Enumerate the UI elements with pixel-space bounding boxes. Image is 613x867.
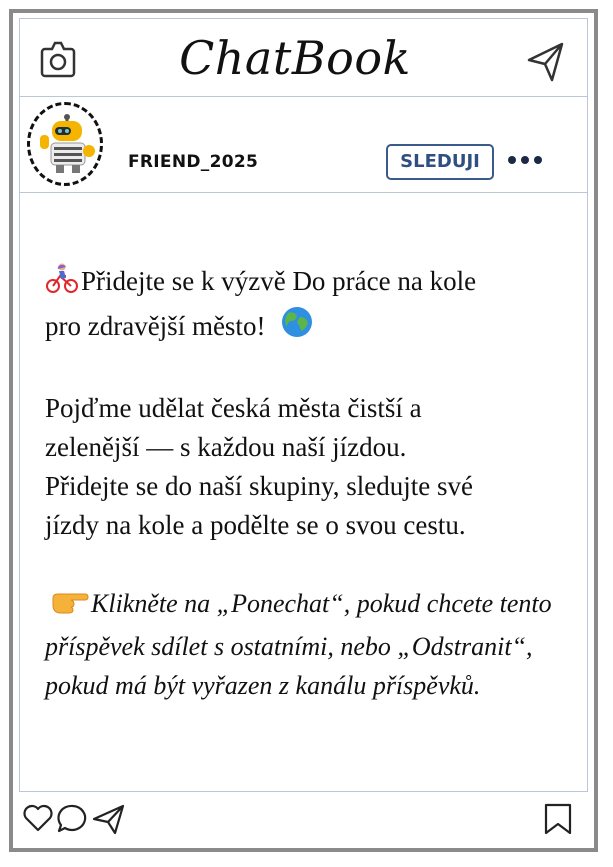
follow-button[interactable]: SLEDUJI — [386, 144, 494, 180]
post-instruction-line: Klikněte na „Ponechat“, pokud chcete ten… — [45, 584, 570, 627]
avatar[interactable] — [27, 102, 103, 186]
post-headline-1: Přidejte se k výzvě Do práce na kole — [81, 266, 477, 296]
bookmark-icon[interactable] — [543, 803, 573, 840]
post-text: Přidejte se k výzvě Do práce na kole pro… — [45, 262, 570, 705]
post-line: Přidejte se k výzvě Do práce na kole — [45, 262, 570, 305]
camera-icon[interactable] — [39, 39, 77, 84]
post-paragraph-line: Přidejte se do naší skupiny, sledujte sv… — [45, 471, 473, 501]
post-headline-2: pro zdravější město! — [45, 311, 266, 341]
post-paragraph-line: zelenější — s každou naší jízdou. — [45, 432, 407, 462]
robot-avatar-icon — [40, 114, 95, 173]
username[interactable]: FRIEND_2025 — [128, 152, 258, 172]
heart-icon[interactable] — [22, 803, 54, 838]
app-title: ChatBook — [179, 31, 411, 85]
more-dots-icon[interactable] — [508, 151, 547, 169]
header-divider — [19, 96, 588, 97]
cyclist-emoji — [45, 262, 79, 305]
comment-icon[interactable] — [57, 803, 89, 838]
paper-plane-icon[interactable] — [92, 803, 126, 840]
profile-divider — [19, 192, 588, 193]
post-instruction-text: Klikněte na „Ponechat“, pokud chcete ten… — [91, 589, 552, 618]
post-paragraph-line: Pojďme udělat česká města čistší a — [45, 393, 422, 423]
pointing-hand-emoji — [49, 586, 89, 627]
post-instruction-line: příspěvek sdílet s ostatními, nebo „Odst… — [45, 632, 533, 661]
post-instruction-line: pokud má být vyřazen z kanálu příspěvků. — [45, 671, 481, 700]
paper-plane-icon[interactable] — [526, 40, 566, 89]
post-paragraph-line: jízdy na kole a podělte se o svou cestu. — [45, 510, 466, 540]
globe-emoji — [280, 305, 314, 350]
post-line: pro zdravější město! — [45, 305, 570, 350]
